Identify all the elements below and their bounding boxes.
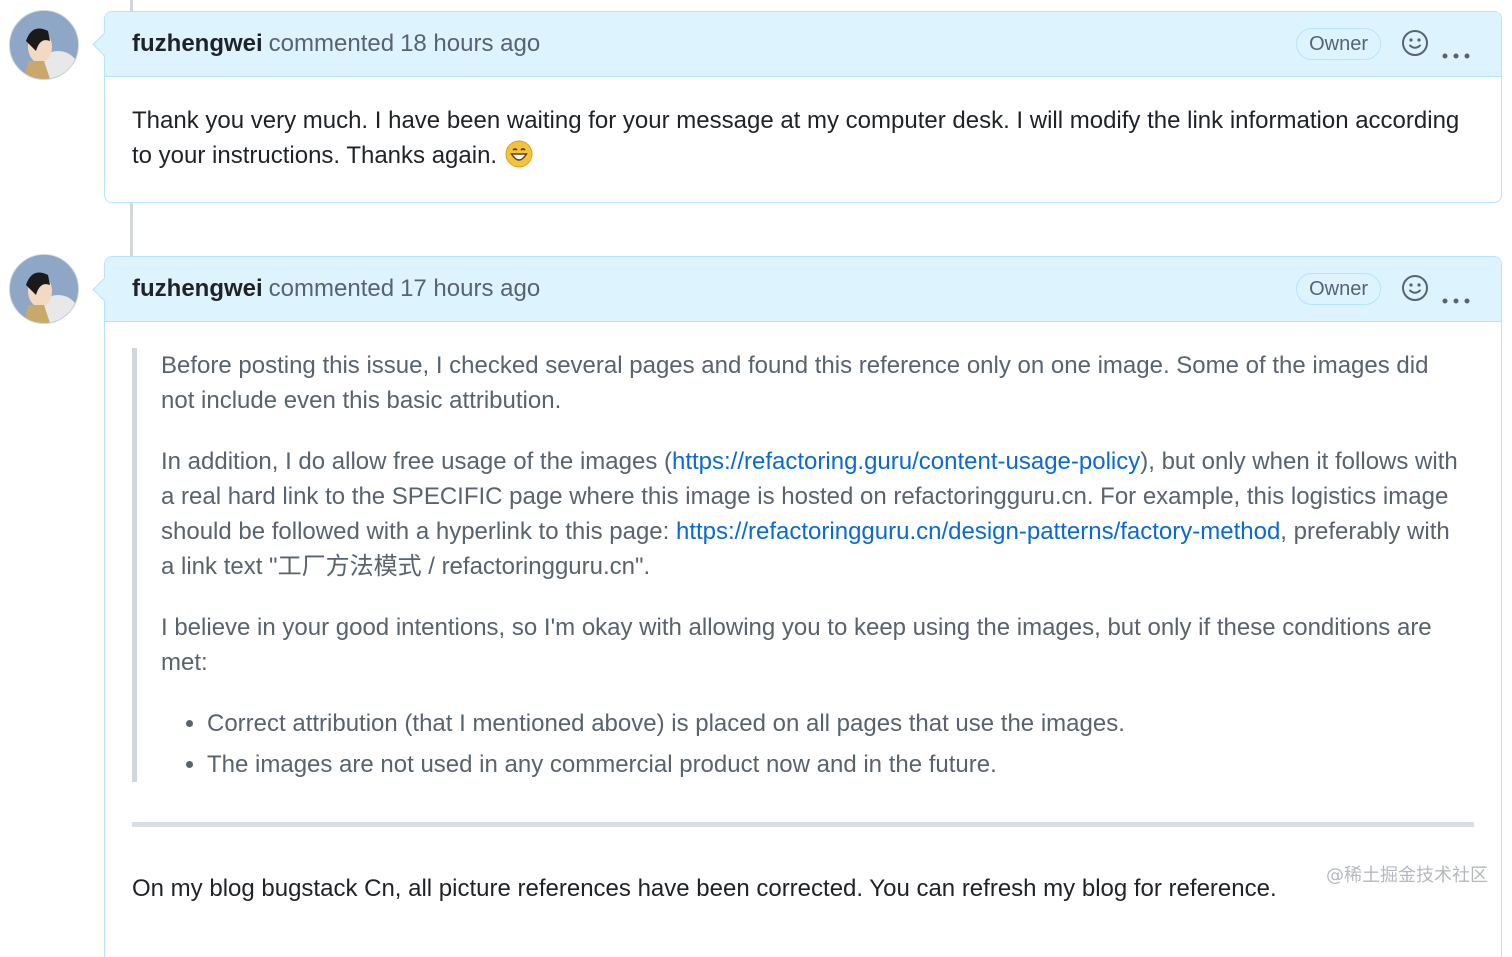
comment-action: commented <box>268 275 395 302</box>
smiley-icon[interactable] <box>1401 274 1429 302</box>
comment-body: Thank you very much. I have been waiting… <box>105 77 1501 199</box>
owner-badge: Owner <box>1296 28 1381 60</box>
avatar-image <box>10 11 78 79</box>
quote-paragraph: I believe in your good intentions, so I'… <box>161 614 1432 676</box>
comment-timestamp[interactable]: 18 hours ago <box>400 30 540 58</box>
watermark: @稀土掘金技术社区 <box>1326 865 1488 886</box>
quote-paragraph: In addition, I do allow free usage of th… <box>161 444 1464 584</box>
conditions-list: Correct attribution (that I mentioned ab… <box>161 706 1464 782</box>
comment-author[interactable]: fuzhengwei <box>132 275 263 303</box>
comment-author[interactable]: fuzhengwei <box>132 30 263 58</box>
blockquote: Before posting this issue, I checked sev… <box>132 348 1474 782</box>
kebab-menu-icon[interactable] <box>1441 284 1471 304</box>
avatar-image <box>10 255 78 323</box>
smiley-icon[interactable] <box>1401 29 1429 57</box>
comment-text: On my blog bugstack Cn, all picture refe… <box>132 875 1277 902</box>
comment-header: fuzhengwei commented 17 hours ago Owner <box>105 257 1501 322</box>
comment-text: Thank you very much. I have been waiting… <box>132 107 1460 169</box>
owner-badge: Owner <box>1296 273 1381 305</box>
quote-text: In addition, I do allow free usage of th… <box>161 448 672 475</box>
comment-header: fuzhengwei commented 18 hours ago Owner <box>105 12 1501 77</box>
list-item: The images are not used in any commercia… <box>207 747 1464 782</box>
comment-action: commented <box>268 30 395 57</box>
comment-timestamp[interactable]: 17 hours ago <box>400 275 540 303</box>
avatar[interactable] <box>9 10 79 80</box>
comment-card: fuzhengwei commented 18 hours ago Owner … <box>92 11 1502 203</box>
grinning-emoji-icon <box>505 140 533 168</box>
factory-method-link[interactable]: https://refactoringguru.cn/design-patter… <box>676 518 1280 545</box>
timeline-line <box>130 202 133 256</box>
kebab-menu-icon[interactable] <box>1441 39 1471 59</box>
list-item: Correct attribution (that I mentioned ab… <box>207 706 1464 741</box>
quote-paragraph: Before posting this issue, I checked sev… <box>161 352 1429 414</box>
comment-card: fuzhengwei commented 17 hours ago Owner … <box>92 256 1502 957</box>
content-usage-policy-link[interactable]: https://refactoring.guru/content-usage-p… <box>672 448 1140 475</box>
avatar[interactable] <box>9 254 79 324</box>
